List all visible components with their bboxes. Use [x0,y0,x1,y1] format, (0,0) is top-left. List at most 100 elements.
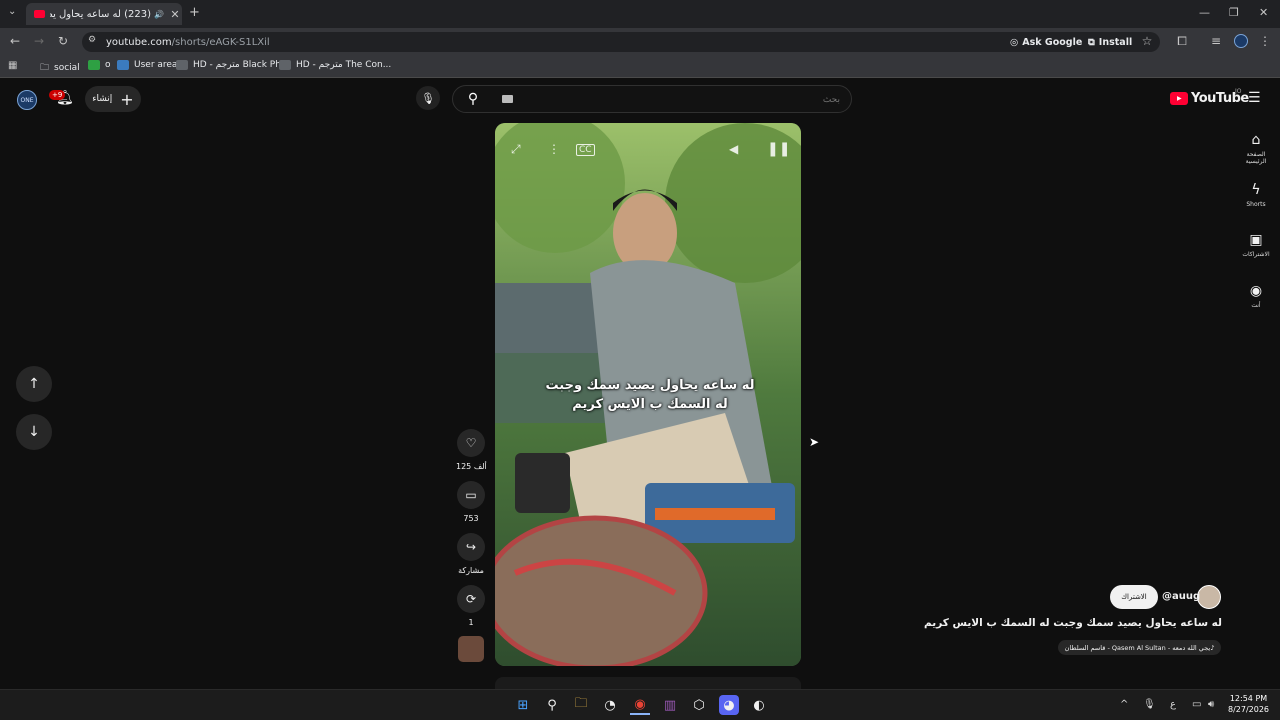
media-control-icon[interactable]: ≡ [1208,34,1224,48]
search-input[interactable] [500,90,840,108]
url-path: /shorts/eAGK-S1LXil [171,36,270,48]
windows-start-icon[interactable]: ⊞ [513,695,533,715]
create-label: إنشاء [92,94,113,104]
speaker-icon[interactable]: 🔊︎ [1208,699,1214,710]
like-action: ♡ 125 ألف [456,429,487,471]
bookmark-label: social [54,63,80,73]
site-info-icon[interactable]: ⚙ [88,35,96,45]
clock-app-icon[interactable]: ◔ [600,695,620,715]
account-avatar[interactable]: ONE [17,90,37,110]
more-options-icon[interactable]: ⋮ [548,142,560,156]
ask-google-label: Ask Google [1022,36,1083,48]
audio-playing-icon[interactable]: 🔊 [154,10,164,19]
tray-mic-icon[interactable]: 🎙︎ [1143,699,1156,710]
notifications-badge: +9 [49,90,66,100]
tab-search-icon[interactable]: ⌄ [8,6,16,17]
install-icon: ⧉ [1088,36,1095,48]
network-icon[interactable]: ▭ [1192,699,1201,710]
extensions-icon[interactable]: ⧠ [1174,34,1190,49]
remix-action: ⟳ 1 [456,585,486,627]
remix-count: 1 [468,618,474,627]
app-icon[interactable]: ◐ [749,695,769,715]
search-icon[interactable]: ⚲ [456,86,490,112]
bookmark-the-con[interactable]: HD - مترجم The Con... [279,60,391,70]
nav-you-label: أنت [1251,302,1261,309]
restore-icon[interactable]: ❐ [1229,6,1239,19]
forward-icon[interactable]: → [31,34,47,48]
volume-icon[interactable]: ◀ [729,142,738,156]
tray-overflow-icon[interactable]: ^ [1120,699,1128,710]
channel-avatar[interactable] [1197,585,1221,609]
discord-icon[interactable]: ◕ [719,695,739,715]
browser-tab[interactable]: (223) له ساعه يحاول يصيد س... 🔊 ✕ [26,3,182,25]
previous-short-button[interactable]: ↑ [16,366,52,402]
shorts-icon: ϟ [1251,182,1261,198]
next-short-button[interactable]: ↓ [16,414,52,450]
home-icon: ⌂ [1251,132,1261,148]
cooler-stripe [655,508,775,520]
bookmark-star-icon[interactable]: ☆ [1139,34,1155,48]
file-explorer-icon[interactable]: 🗀 [571,695,591,715]
subscribe-button[interactable]: الاشتراك [1110,585,1158,609]
back-icon[interactable]: ← [7,34,23,48]
bookmark-social[interactable]: 🗀 social [40,60,80,76]
captions-icon[interactable]: CC [576,144,595,156]
arrow-down-icon: ↓ [28,424,40,440]
bookmark-favicon-icon [176,60,188,70]
clock-time: 12:54 PM [1229,694,1268,703]
install-button[interactable]: ⧉ Install [1088,34,1132,50]
new-tab-button[interactable]: + [189,5,200,20]
app-icon[interactable]: ▥ [660,695,680,715]
create-button[interactable]: إنشاء + [85,86,141,112]
video-caption: له ساعه يحاول يصيد سمك وجبت له السمك ب ا… [535,376,765,414]
close-window-icon[interactable]: ✕ [1259,6,1268,19]
comments-button[interactable]: ▭ [457,481,485,509]
music-label: يجي الله دمعه - Qasem Al Sultan - قاسم ا… [1064,643,1211,652]
remix-button[interactable]: ⟳ [457,585,485,613]
nav-shorts-label: Shorts [1246,201,1266,208]
share-button[interactable]: ↪ [457,533,485,561]
fullscreen-icon[interactable]: ⤢ [511,142,521,157]
nav-subscriptions[interactable]: ▣ الاشتراكات [1236,231,1276,258]
bookmark-o[interactable]: o [88,60,111,70]
nav-home[interactable]: ⌂ الصفحة الرئيسية [1236,131,1276,165]
pause-icon[interactable]: ❚❚ [767,141,790,157]
channel-handle[interactable]: @auug [1162,591,1200,602]
bookmark-black-ph[interactable]: HD - مترجم Black Ph... [176,60,290,70]
nav-shorts[interactable]: ϟ Shorts [1236,181,1276,208]
taskbar-search-icon[interactable]: ⚲ [542,695,562,715]
bucket [515,453,570,513]
guide-menu-icon[interactable]: ☰ [1248,90,1261,106]
bookmark-label: HD - مترجم Black Ph... [193,60,290,70]
bookmark-user-area[interactable]: User area [117,60,177,70]
apps-grid-icon[interactable]: ▦ [8,60,17,71]
like-button[interactable]: ♡ [457,429,485,457]
caption-line: له ساعه يحاول يصيد سمك وجبت [545,378,755,393]
bookmark-label: HD - مترجم The Con... [296,60,392,70]
taskbar-clock[interactable]: 12:54 PM 8/27/2026 [1228,693,1269,715]
address-bar[interactable]: ⚙ youtube.com/shorts/eAGK-S1LXil [82,32,1160,52]
comment-icon: ▭ [465,488,477,502]
plus-icon: + [120,89,134,109]
reload-icon[interactable]: ↻ [55,34,71,48]
folder-icon: 🗀 [40,63,50,73]
mouse-cursor-icon: ➤ [809,435,820,449]
minimize-icon[interactable]: — [1199,6,1210,19]
chrome-icon[interactable]: ◉ [630,695,650,715]
close-tab-icon[interactable]: ✕ [168,8,182,21]
music-note-icon: ♪ [1210,643,1215,652]
voice-search-mic-icon[interactable]: 🎙︎ [416,86,440,110]
subscriptions-icon: ▣ [1249,232,1263,248]
nav-you[interactable]: ◉ أنت [1236,282,1276,309]
sound-thumbnail[interactable] [458,636,484,662]
profile-avatar[interactable] [1234,34,1248,48]
input-language[interactable]: ع [1170,699,1176,710]
lens-icon: ◎ [1010,36,1019,48]
music-pill[interactable]: ♪ يجي الله دمعه - Qasem Al Sultan - قاسم… [1058,640,1221,655]
app-icon[interactable]: ⬡ [689,695,709,715]
remix-icon: ⟳ [465,592,477,606]
bookmark-favicon-icon [117,60,129,70]
bookmark-label: User area [134,60,178,70]
chrome-menu-icon[interactable]: ⋮ [1257,34,1273,48]
ask-google-button[interactable]: ◎ Ask Google [1010,34,1082,50]
